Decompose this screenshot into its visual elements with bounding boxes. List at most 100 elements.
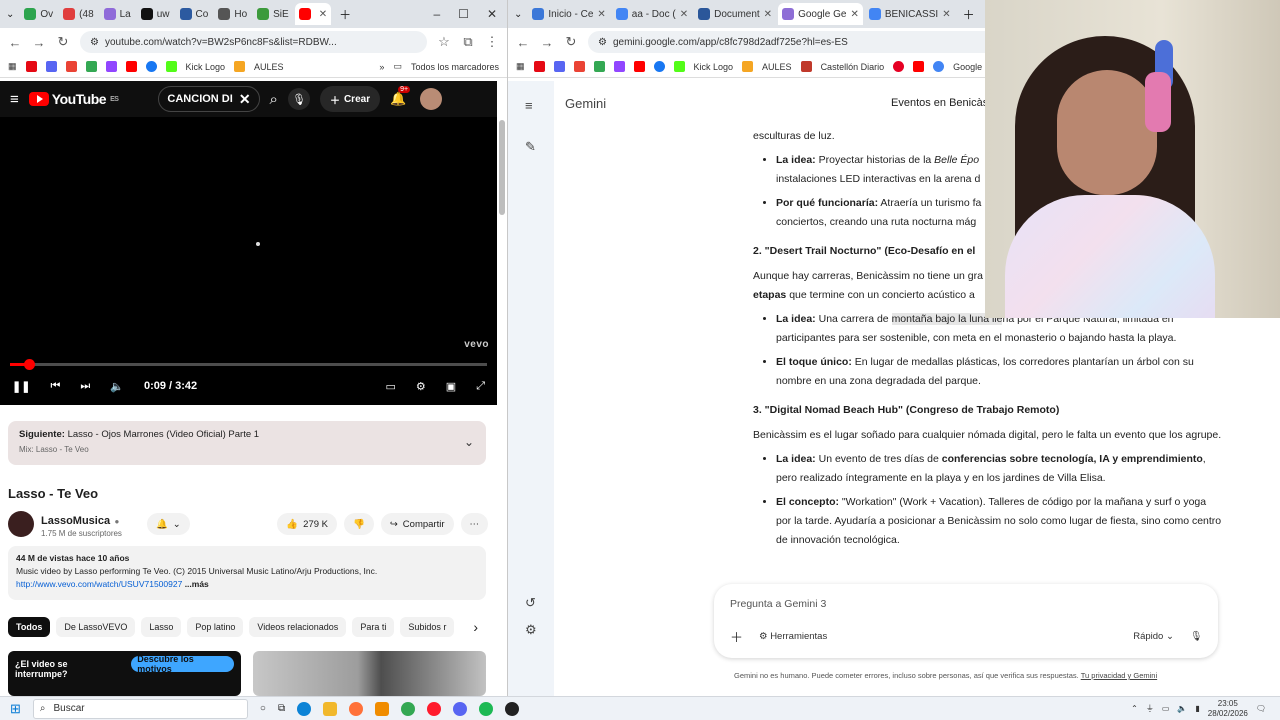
extensions-icon[interactable]: ⧉: [461, 34, 475, 50]
close-tab-icon[interactable]: ✕: [942, 9, 950, 20]
url-input[interactable]: ⚙ youtube.com/watch?v=BW2sP6nc8Fs&list=R…: [80, 31, 427, 53]
aules-icon[interactable]: [234, 61, 246, 72]
browser-tab[interactable]: Co: [176, 3, 213, 25]
filter-chip[interactable]: Subidos r: [400, 617, 455, 637]
bookmark-castellon-diario[interactable]: Castellón Diario: [821, 62, 885, 72]
facebook-icon[interactable]: [653, 61, 665, 72]
facebook-icon[interactable]: [145, 61, 157, 72]
dislike-button[interactable]: 👎: [343, 513, 374, 535]
reload-icon[interactable]: ↻: [56, 34, 70, 50]
bookmark-star-icon[interactable]: ☆: [437, 34, 451, 50]
scrollbar[interactable]: [499, 120, 505, 215]
bookmark-icon[interactable]: [85, 61, 97, 72]
discord-icon[interactable]: [45, 61, 57, 72]
video-player[interactable]: vevo ❚❚ ⏮ ⏭ 🔈 0:09 / 3:42 ▭ ⚙ ▣ ⤢: [0, 117, 497, 405]
up-next-card[interactable]: Siguiente: Lasso - Ojos Marrones (Video …: [8, 421, 486, 465]
close-tab-icon[interactable]: ✕: [680, 9, 688, 20]
conversation-title[interactable]: Eventos en Benicàs: [891, 97, 988, 109]
hamburger-menu-icon[interactable]: ≡: [10, 91, 19, 108]
fullscreen-icon[interactable]: ⤢: [476, 380, 485, 393]
battery-icon[interactable]: ▮: [1195, 704, 1199, 713]
progress-bar[interactable]: [10, 359, 487, 370]
new-tab-icon[interactable]: ＋: [963, 6, 975, 23]
like-button[interactable]: 👍 279 K: [277, 513, 337, 535]
vlc-icon[interactable]: [375, 701, 390, 716]
chevron-down-icon[interactable]: ⌄: [464, 435, 474, 449]
chevron-right-icon[interactable]: ›: [473, 619, 486, 635]
aules-icon[interactable]: [742, 61, 754, 72]
menu-icon[interactable]: ≡: [525, 98, 533, 113]
network-icon[interactable]: ▭: [1162, 704, 1170, 713]
progress-scrubber[interactable]: [24, 359, 36, 370]
firefox-icon[interactable]: [349, 701, 364, 716]
youtube-logo[interactable]: YouTube ES: [28, 91, 119, 107]
share-button[interactable]: ↪ Compartir: [380, 513, 454, 535]
youtube-icon[interactable]: [913, 61, 925, 72]
kick-icon[interactable]: [165, 61, 177, 72]
clear-search-icon[interactable]: ✕: [239, 91, 251, 108]
bookmark-aules[interactable]: AULES: [762, 62, 792, 72]
menu-dots-icon[interactable]: ⋮: [485, 34, 499, 50]
back-icon[interactable]: ←: [516, 35, 530, 50]
kick-icon[interactable]: [673, 61, 685, 72]
privacy-link[interactable]: Tu privacidad y Gemini: [1081, 671, 1157, 680]
obs-icon[interactable]: [505, 701, 520, 716]
usb-icon[interactable]: ⏚: [1146, 703, 1154, 714]
browser-tab[interactable]: ✕: [294, 3, 332, 25]
close-tab-icon[interactable]: ✕: [764, 9, 772, 20]
browser-tab[interactable]: La: [100, 3, 135, 25]
filter-chip[interactable]: Videos relacionados: [249, 617, 347, 637]
notifications-icon[interactable]: 🔔 9+: [390, 86, 411, 107]
filter-chip[interactable]: Lasso: [141, 617, 182, 637]
tab-search-icon[interactable]: ⌄: [514, 9, 522, 20]
prompt-input[interactable]: Pregunta a Gemini 3 ＋ ⚙ Herramientas Ráp…: [714, 584, 1218, 658]
more-actions-button[interactable]: ⋯: [460, 513, 488, 535]
browser-tab[interactable]: (48: [59, 3, 97, 25]
pause-icon[interactable]: ❚❚: [12, 380, 30, 393]
close-window-icon[interactable]: ✕: [487, 7, 497, 21]
twitch-icon[interactable]: [105, 61, 117, 72]
close-tab-icon[interactable]: ✕: [319, 9, 327, 20]
opera-icon[interactable]: [427, 701, 442, 716]
bookmark-icon[interactable]: [593, 61, 605, 72]
discord-icon[interactable]: [553, 61, 565, 72]
filter-chip[interactable]: Pop latino: [187, 617, 244, 637]
tools-button[interactable]: ⚙ Herramientas: [759, 631, 827, 642]
forward-icon[interactable]: →: [540, 35, 554, 50]
new-tab-icon[interactable]: ＋: [339, 6, 351, 23]
reload-icon[interactable]: ↻: [564, 34, 578, 50]
cortana-icon[interactable]: ○: [260, 703, 266, 714]
bookmark-aules[interactable]: AULES: [254, 62, 284, 72]
youtube-icon[interactable]: [125, 61, 137, 72]
add-attachment-icon[interactable]: ＋: [730, 627, 743, 646]
taskbar-search[interactable]: ⌕ Buscar: [32, 698, 248, 719]
settings-icon[interactable]: ⚙: [525, 622, 537, 638]
browser-tab[interactable]: SiE: [253, 3, 293, 25]
file-explorer-icon[interactable]: [323, 701, 338, 716]
bookmark-kick-logo[interactable]: Kick Logo: [694, 62, 734, 72]
settings-icon[interactable]: ⚙: [416, 380, 426, 393]
castellon-diario-icon[interactable]: [800, 61, 812, 72]
maximize-icon[interactable]: ☐: [458, 7, 469, 21]
close-tab-icon[interactable]: ✕: [597, 9, 605, 20]
pinterest-icon[interactable]: [893, 61, 905, 72]
browser-tab[interactable]: Ho: [214, 3, 251, 25]
search-icon[interactable]: ⌕: [270, 91, 278, 108]
filter-chip[interactable]: Todos: [8, 617, 51, 637]
twitch-icon[interactable]: [613, 61, 625, 72]
subscription-bell-button[interactable]: 🔔 ⌄: [146, 513, 190, 535]
bookmark-google[interactable]: Google: [953, 62, 982, 72]
tab-search-icon[interactable]: ⌄: [6, 9, 14, 20]
browser-tab[interactable]: Inicio - Ce ✕: [528, 3, 609, 25]
new-chat-icon[interactable]: ✎: [525, 139, 536, 155]
gemini-brand[interactable]: Gemini: [565, 96, 606, 111]
filter-chip[interactable]: De LassoVEVO: [56, 617, 136, 637]
apps-icon[interactable]: ▦: [516, 61, 525, 72]
tray-chevron-icon[interactable]: ⌃: [1131, 704, 1138, 713]
volume-icon[interactable]: 🔈: [1177, 704, 1187, 713]
show-more-link[interactable]: ...más: [185, 579, 209, 589]
clock[interactable]: 23:05 28/02/2026: [1208, 699, 1248, 719]
browser-tab[interactable]: Document ✕: [694, 3, 776, 25]
discover-reasons-button[interactable]: Descubre los motivos: [131, 654, 234, 674]
subtitles-icon[interactable]: ▭: [386, 380, 396, 393]
